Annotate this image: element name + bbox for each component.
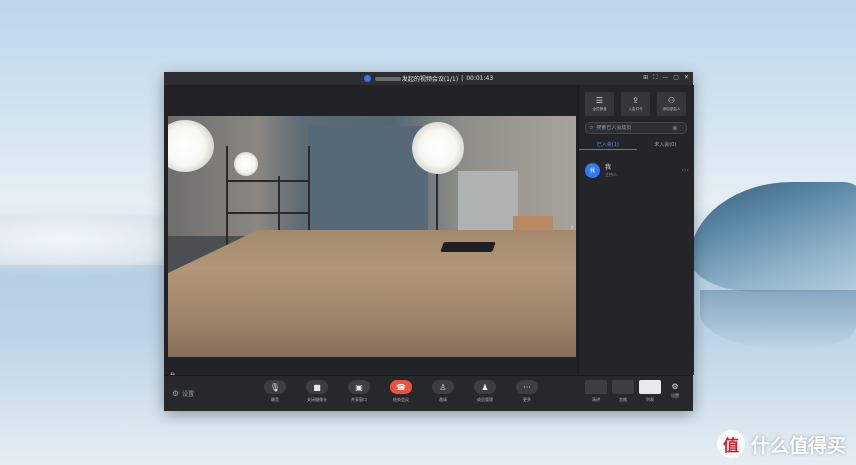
layout-grid-label: 宫格 [619, 397, 627, 402]
camera-label: 关闭摄像头 [307, 397, 327, 402]
close-icon[interactable]: ✕ [684, 74, 689, 82]
watermark: 值 什么值得买 [716, 430, 846, 458]
video-scene-wall [308, 126, 428, 231]
microphone-icon: 🎙 [264, 380, 286, 394]
add-member-label: 添加参会人 [662, 107, 681, 111]
share-screen-button[interactable]: ▣ 共享窗口 [344, 380, 374, 403]
member-tabs: 已入会(1) 未入会(0) [579, 139, 694, 150]
end-meeting-label: 结束会议 [393, 397, 409, 402]
more-button[interactable]: ··· 更多 [512, 380, 542, 403]
layout-grid-icon [612, 380, 634, 394]
hang-up-icon: ☎ [390, 380, 412, 394]
pin-icon[interactable]: ⊞ [643, 74, 648, 82]
window-controls: ⊞ ⛶ — ▢ ✕ [643, 74, 689, 82]
desktop-rock [690, 182, 856, 292]
members-button[interactable]: ♟ 成员管理 [470, 380, 500, 403]
mute-all-button[interactable]: ☰ 全员静音 [585, 92, 614, 116]
panel-actions: ☰ 全员静音 ⇪ 入会口令 ⚇ 添加参会人 [585, 92, 686, 116]
settings-button[interactable]: ⚙ 设置 [671, 382, 679, 399]
member-search-input[interactable] [593, 125, 671, 131]
ring-light [412, 122, 464, 174]
meeting-toolbar: ⚙ 设置 🎙 静音 ■ 关闭摄像头 ▣ 共享窗口 ☎ 结束会议 ♙ 邀请 ♟ 成… [164, 375, 693, 411]
layout-speaker-icon [585, 380, 607, 394]
layout-list-icon [639, 380, 661, 394]
camera-button[interactable]: ■ 关闭摄像头 [302, 380, 332, 403]
add-member-icon: ⚇ [667, 96, 676, 105]
members-label: 成员管理 [477, 397, 493, 402]
layout-list-button[interactable]: 列表 [638, 380, 662, 403]
mute-button[interactable]: 🎙 静音 [260, 380, 290, 403]
tab-joined[interactable]: 已入会(1) [579, 139, 637, 150]
add-member-button[interactable]: ⚇ 添加参会人 [657, 92, 686, 116]
meeting-window: 发起的视频会议(1/1) | 00:01:43 ⊞ ⛶ — ▢ ✕ › 我 [164, 72, 694, 411]
share-link-icon: ⇪ [632, 96, 639, 105]
layout-switcher: 演讲 宫格 列表 [584, 380, 662, 403]
video-camera-icon: ■ [306, 380, 328, 394]
watermark-text: 什么值得买 [750, 434, 846, 457]
video-scene-table [168, 230, 576, 357]
window-title: 发起的视频会议(1/1) [401, 76, 459, 83]
meeting-code-label: 入会口令 [628, 107, 643, 111]
title-separator: | [461, 75, 464, 82]
tab-not-joined[interactable]: 未入会(0) [637, 139, 695, 150]
invite-button[interactable]: ♙ 邀请 [428, 380, 458, 403]
meeting-app-icon [363, 75, 371, 82]
meeting-timer: 00:01:43 [466, 75, 494, 82]
title-bar[interactable]: 发起的视频会议(1/1) | 00:01:43 ⊞ ⛶ — ▢ ✕ [164, 72, 693, 85]
member-list-item[interactable]: 我 我 主持人 ··· [585, 160, 689, 180]
settings-label: 设置 [671, 393, 679, 398]
small-light [234, 152, 258, 176]
video-feed[interactable]: › [168, 116, 576, 357]
share-screen-label: 共享窗口 [351, 397, 367, 402]
layout-speaker-label: 演讲 [592, 397, 600, 402]
redacted-host-name [374, 76, 401, 81]
mute-all-icon: ☰ [595, 96, 604, 105]
end-meeting-button[interactable]: ☎ 结束会议 [386, 380, 416, 403]
more-label: 更多 [523, 397, 531, 402]
gear-icon: ⚙ [172, 389, 180, 398]
fullscreen-icon[interactable]: ⛶ [653, 74, 657, 82]
meeting-code-button[interactable]: ⇪ 入会口令 [621, 92, 650, 116]
member-info: 我 主持人 [605, 162, 617, 178]
more-icon: ··· [516, 380, 538, 394]
collapse-panel-chevron-icon[interactable]: › [570, 222, 574, 233]
toolbar-left-label: 设置 [182, 391, 195, 398]
avatar: 我 [585, 162, 600, 178]
clear-search-icon[interactable]: ⊗ [672, 125, 677, 132]
toolbar-left[interactable]: ⚙ 设置 [172, 389, 194, 398]
members-icon: ♟ [474, 380, 496, 394]
toolbar-controls: 🎙 静音 ■ 关闭摄像头 ▣ 共享窗口 ☎ 结束会议 ♙ 邀请 ♟ 成员管理 ·… [260, 380, 542, 403]
invite-icon: ♙ [432, 380, 454, 394]
settings-gear-icon: ⚙ [671, 382, 679, 391]
member-role: 主持人 [605, 172, 617, 177]
member-more-icon[interactable]: ··· [681, 166, 689, 175]
watermark-logo-icon: 值 [716, 430, 745, 458]
member-search: ⌕ ⊗ [585, 122, 687, 134]
video-scene-phone [440, 242, 496, 252]
video-area: › 我 [164, 85, 577, 383]
member-name: 我 [605, 164, 612, 171]
share-screen-icon: ▣ [348, 380, 370, 394]
layout-speaker-button[interactable]: 演讲 [584, 380, 608, 403]
minimize-icon[interactable]: — [662, 74, 668, 82]
mute-all-label: 全员静音 [592, 107, 607, 111]
layout-grid-button[interactable]: 宫格 [611, 380, 635, 403]
invite-label: 邀请 [439, 397, 447, 402]
maximize-icon[interactable]: ▢ [673, 74, 679, 82]
mute-label: 静音 [271, 397, 279, 402]
layout-list-label: 列表 [646, 397, 654, 402]
members-panel: ☰ 全员静音 ⇪ 入会口令 ⚇ 添加参会人 ⌕ ⊗ 已入会(1) 未入会(0) … [578, 85, 694, 375]
